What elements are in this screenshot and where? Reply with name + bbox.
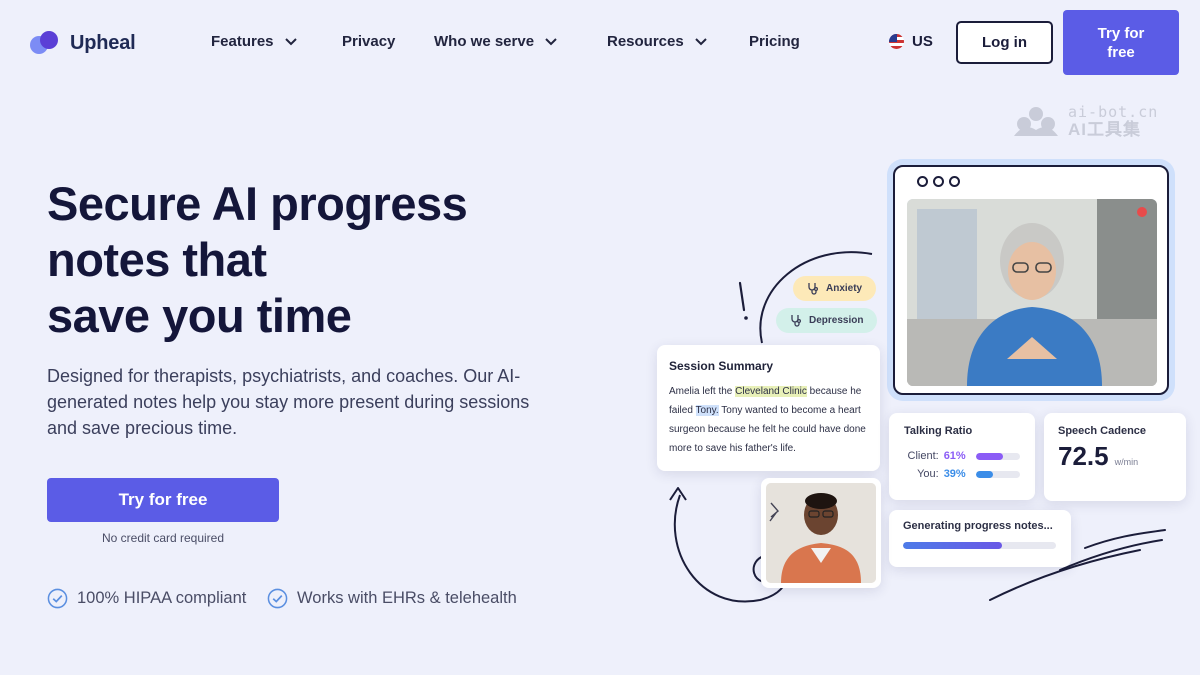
stethoscope-icon: [791, 315, 801, 327]
progress-notes-title: Generating progress notes...: [903, 520, 1053, 532]
client-video: [907, 199, 1157, 386]
ratio-value: 39%: [943, 468, 966, 480]
tag-anxiety: Anxiety: [793, 276, 877, 301]
watermark-line1: ai-bot.cn: [1068, 103, 1159, 121]
tag-depression: Depression: [776, 308, 878, 333]
therapist-video: [761, 478, 881, 588]
chevron-down-icon: [545, 37, 557, 45]
feature-label: Works with EHRs & telehealth: [297, 589, 517, 607]
top-navigation: Upheal Features Privacy Who we serve Res…: [0, 0, 1200, 86]
therapist-portrait-icon: [766, 483, 876, 583]
nav-item-resources[interactable]: Resources: [607, 33, 708, 50]
ratio-value: 61%: [943, 450, 966, 462]
recording-indicator: [1137, 207, 1147, 217]
nav-item-label: Features: [211, 33, 274, 50]
window-dot-icon: [917, 175, 928, 187]
logo-mark-icon: [28, 30, 64, 56]
chevron-down-icon: [695, 37, 707, 45]
session-summary-title: Session Summary: [669, 359, 774, 373]
nav-item-privacy[interactable]: Privacy: [342, 33, 395, 50]
try-for-free-nav-button[interactable]: Try for free: [1063, 10, 1179, 75]
speech-cadence-unit: w/min: [1114, 457, 1139, 467]
progress-notes-card: Generating progress notes...: [889, 510, 1071, 567]
talking-ratio-card: Talking Ratio Client: 61% You: 39%: [889, 413, 1035, 500]
brand-logo[interactable]: Upheal: [28, 30, 136, 56]
nav-item-label: Pricing: [749, 33, 800, 50]
talking-ratio-title: Talking Ratio: [904, 425, 973, 437]
talking-ratio-row: You: 39%: [904, 465, 1020, 483]
check-circle-icon: [47, 588, 68, 609]
hero-title-line: Secure AI progress: [47, 177, 468, 230]
speech-cadence-title: Speech Cadence: [1058, 425, 1147, 437]
hero-title: Secure AI progress notes that save you t…: [47, 176, 567, 344]
talking-ratio-row: Client: 61%: [904, 447, 1020, 465]
nav-item-label: Privacy: [342, 33, 396, 50]
session-summary-card: Session Summary Amelia left the Clevelan…: [657, 345, 880, 471]
nav-item-label: Resources: [607, 33, 684, 50]
ratio-bar: [975, 470, 1020, 478]
nav-item-pricing[interactable]: Pricing: [749, 33, 800, 50]
brand-name: Upheal: [70, 31, 136, 54]
check-circle-icon: [267, 588, 288, 609]
client-portrait-icon: [907, 199, 1157, 386]
ratio-label: Client:: [907, 450, 939, 462]
ratio-bar: [975, 452, 1020, 460]
login-button[interactable]: Log in: [956, 21, 1053, 64]
nav-item-label: Who we serve: [434, 33, 535, 50]
stethoscope-icon: [808, 283, 818, 295]
region-label: US: [912, 33, 933, 50]
feature-ehr: Works with EHRs & telehealth: [267, 588, 517, 609]
chevron-down-icon: [284, 37, 297, 45]
watermark-logo-icon: [1014, 107, 1058, 136]
tag-label: Depression: [809, 315, 864, 326]
video-call-window: [893, 165, 1169, 395]
us-flag-icon: [889, 34, 904, 49]
hero-illustration: Anxiety Depression Session Summary Ameli…: [640, 150, 1200, 620]
feature-hipaa: 100% HIPAA compliant: [47, 588, 246, 609]
hero-title-line: save you time: [47, 289, 352, 342]
feature-label: 100% HIPAA compliant: [77, 589, 247, 607]
progress-notes-bar: [903, 542, 1056, 549]
nav-item-features[interactable]: Features: [211, 33, 298, 50]
ratio-label: You:: [917, 468, 939, 480]
window-dot-icon: [933, 175, 944, 187]
speech-cadence-card: Speech Cadence 72.5 w/min: [1044, 413, 1186, 501]
window-dot-icon: [949, 175, 960, 187]
speech-cadence-value: 72.5: [1058, 441, 1109, 471]
session-summary-text: Amelia left the Cleveland Clinic because…: [669, 386, 866, 454]
region-selector[interactable]: US: [889, 33, 933, 50]
try-for-free-button[interactable]: Try for free: [47, 478, 279, 522]
watermark-line2: AI工具集: [1068, 120, 1141, 139]
nav-item-who-we-serve[interactable]: Who we serve: [434, 33, 558, 50]
cta-note: No credit card required: [101, 531, 225, 545]
tag-label: Anxiety: [826, 283, 863, 294]
hero-title-line: notes that: [47, 233, 267, 286]
watermark: ai-bot.cn AI工具集: [1012, 104, 1158, 138]
hero-subtitle: Designed for therapists, psychiatrists, …: [47, 366, 530, 438]
